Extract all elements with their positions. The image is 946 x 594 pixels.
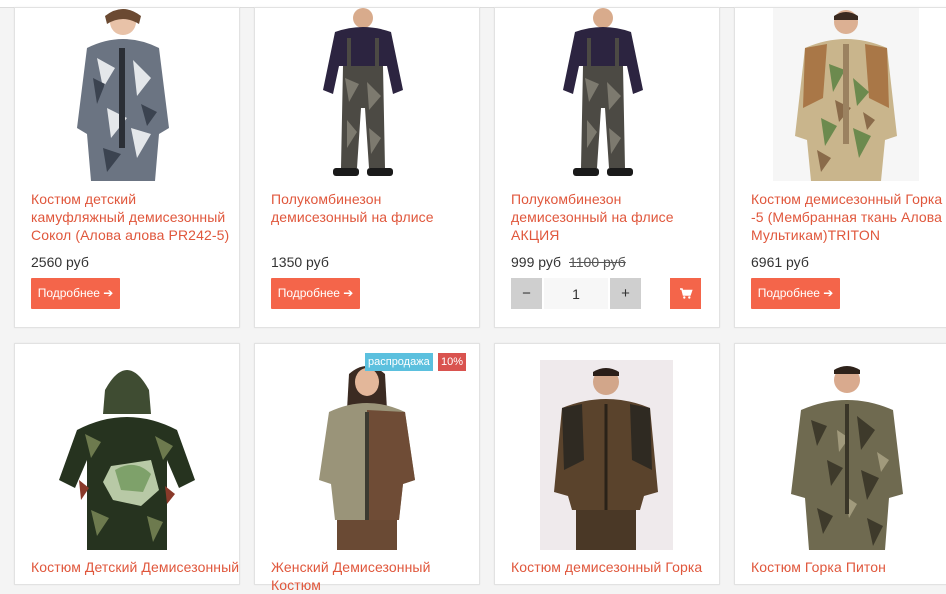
product-title[interactable]: Полукомбинезон демисезонный на флисе: [271, 190, 471, 226]
product-image[interactable]: [547, 8, 659, 181]
product-image[interactable]: [307, 360, 427, 550]
product-price: 1350 руб: [271, 254, 329, 270]
product-title[interactable]: Костюм Горка Питон: [751, 558, 946, 576]
add-to-cart-button[interactable]: [670, 278, 701, 309]
product-price: 6961 руб: [751, 254, 809, 270]
product-title[interactable]: Костюм демисезонный Горка -5 (Мембранная…: [751, 190, 946, 244]
sale-badge: распродажа: [365, 353, 433, 371]
product-image[interactable]: [55, 360, 199, 550]
details-button[interactable]: Подробнее ➔: [751, 278, 840, 309]
product-card: Костюм детский камуфляжный демисезонный …: [14, 7, 240, 328]
product-title[interactable]: Полукомбинезон демисезонный на флисе АКЦ…: [511, 190, 711, 244]
product-card: Костюм Детский Демисезонный: [14, 343, 240, 585]
product-card: Полукомбинезон демисезонный на флисе АКЦ…: [494, 7, 720, 328]
product-title[interactable]: Костюм детский камуфляжный демисезонный …: [31, 190, 231, 244]
product-image[interactable]: [307, 8, 419, 181]
details-button[interactable]: Подробнее ➔: [271, 278, 360, 309]
product-image[interactable]: [787, 360, 907, 550]
product-card: Костюм Горка Питон: [734, 343, 946, 585]
product-old-price: 1100 руб: [569, 254, 626, 270]
quantity-increase-button[interactable]: +: [610, 278, 641, 309]
product-image[interactable]: [773, 8, 919, 181]
product-card: Костюм демисезонный Горка: [494, 343, 720, 585]
product-image[interactable]: [540, 360, 673, 550]
product-card: Костюм демисезонный Горка -5 (Мембранная…: [734, 7, 946, 328]
product-card: распродажа 10% Женский Демисезонный Кост…: [254, 343, 480, 593]
product-title[interactable]: Костюм демисезонный Горка: [511, 558, 721, 576]
product-price: 999 руб: [511, 254, 562, 270]
product-card: Полукомбинезон демисезонный на флисе 135…: [254, 7, 480, 328]
cart-icon: [680, 288, 693, 299]
product-title[interactable]: Костюм Детский Демисезонный: [31, 558, 241, 576]
discount-badge: 10%: [438, 353, 467, 371]
quantity-input[interactable]: [544, 278, 608, 309]
details-button[interactable]: Подробнее ➔: [31, 278, 120, 309]
product-title[interactable]: Женский Демисезонный Костюм: [271, 558, 481, 594]
product-image[interactable]: [67, 8, 179, 181]
quantity-decrease-button[interactable]: −: [511, 278, 542, 309]
product-price: 2560 руб: [31, 254, 89, 270]
